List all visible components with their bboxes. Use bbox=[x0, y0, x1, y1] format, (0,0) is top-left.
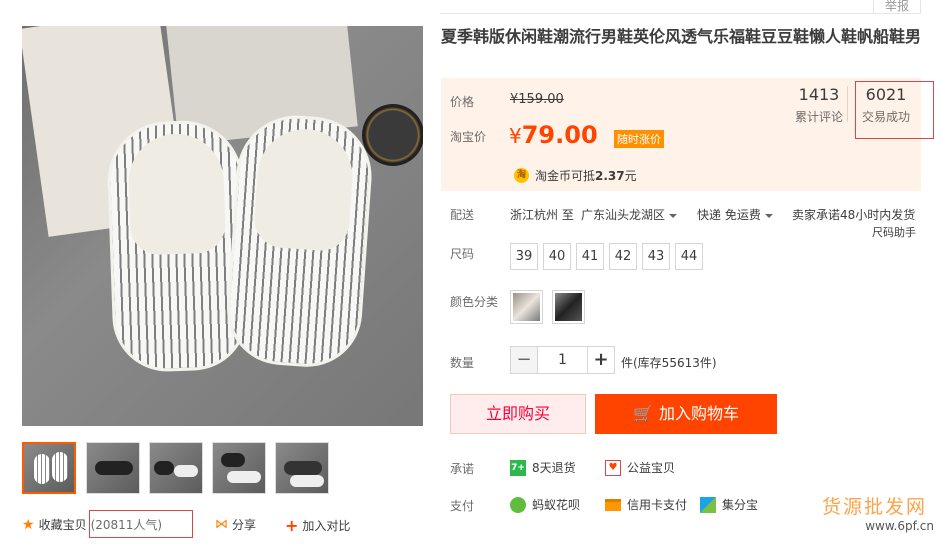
shipping-label: 快递 免运费 bbox=[697, 208, 761, 222]
huabei-text: 蚂蚁花呗 bbox=[532, 498, 581, 512]
thumbnail-1[interactable] bbox=[22, 442, 76, 494]
coin-amount: 2.37 bbox=[595, 168, 625, 183]
shoe-right bbox=[223, 111, 376, 371]
plus-icon: + bbox=[285, 516, 299, 535]
size-option-40[interactable]: 40 bbox=[543, 243, 571, 270]
add-to-cart-button[interactable]: 🛒 加入购物车 bbox=[595, 394, 777, 434]
original-price: ¥159.00 bbox=[510, 92, 564, 107]
return-text: 8天退货 bbox=[532, 461, 576, 475]
ship-promise: 卖家承诺48小时内发货 bbox=[792, 208, 916, 222]
size-helper-link[interactable]: 尺码助手 bbox=[872, 224, 916, 240]
payment-huabei[interactable]: 蚂蚁花呗 bbox=[510, 496, 580, 513]
review-count[interactable]: 1413 bbox=[790, 85, 848, 104]
cart-icon: 🛒 bbox=[633, 404, 653, 423]
return-policy[interactable]: 7+ 8天退货 bbox=[510, 459, 576, 476]
thumbnail-5[interactable] bbox=[275, 442, 329, 494]
charity-text: 公益宝贝 bbox=[627, 461, 676, 475]
quantity-input[interactable]: 1 bbox=[537, 346, 588, 374]
current-price-value: 79.00 bbox=[521, 121, 598, 149]
promo-tag: 随时涨价 bbox=[614, 130, 664, 148]
delivery-label: 配送 bbox=[450, 208, 475, 222]
coin-unit: 元 bbox=[624, 169, 637, 183]
share-action[interactable]: ⋈ 分享 bbox=[215, 516, 256, 533]
taojinbi-icon: 淘 bbox=[514, 168, 529, 183]
popularity-highlight-box bbox=[89, 510, 193, 538]
chevron-down-icon bbox=[764, 213, 773, 218]
sales-highlight-box bbox=[855, 81, 934, 139]
payment-credit-card[interactable]: 信用卡支付 bbox=[605, 496, 687, 513]
color-option-white[interactable] bbox=[510, 290, 543, 324]
size-option-42[interactable]: 42 bbox=[609, 243, 637, 270]
huabei-icon bbox=[510, 496, 526, 513]
thumbnail-4[interactable] bbox=[212, 442, 266, 494]
promise-label: 承诺 bbox=[450, 462, 475, 476]
compare-action[interactable]: + 加入对比 bbox=[285, 516, 350, 535]
site-watermark: 货源批发网 www.6pf.cn bbox=[822, 492, 940, 544]
shoe-left bbox=[105, 118, 250, 374]
chevron-down-icon bbox=[669, 213, 678, 218]
jifenbao-icon bbox=[700, 496, 716, 513]
star-icon: ★ bbox=[22, 516, 35, 533]
seven-day-return-icon: 7+ bbox=[510, 459, 526, 476]
price-label: 价格 bbox=[450, 95, 475, 109]
heart-icon: ♥ bbox=[605, 459, 621, 476]
share-label: 分享 bbox=[232, 518, 257, 532]
color-label: 颜色分类 bbox=[450, 295, 499, 309]
charity-item[interactable]: ♥ 公益宝贝 bbox=[605, 459, 675, 476]
delivery-destination[interactable]: 广东汕头龙湖区 bbox=[581, 206, 678, 223]
payment-jifenbao[interactable]: 集分宝 bbox=[700, 496, 758, 513]
product-title: 夏季韩版休闲鞋潮流行男鞋英伦风透气乐福鞋豆豆鞋懒人鞋帆船鞋男 bbox=[441, 27, 922, 46]
review-label[interactable]: 累计评论 bbox=[790, 108, 848, 125]
quantity-decrease-button[interactable]: − bbox=[510, 346, 538, 374]
buy-now-button[interactable]: 立即购买 bbox=[450, 394, 586, 434]
quantity-increase-button[interactable]: + bbox=[587, 346, 615, 374]
thumbnail-3[interactable] bbox=[149, 442, 203, 494]
delivery-from: 浙江杭州 至 bbox=[510, 208, 574, 222]
compare-label: 加入对比 bbox=[302, 519, 351, 533]
stats-divider bbox=[847, 86, 848, 122]
size-option-39[interactable]: 39 bbox=[510, 243, 538, 270]
add-to-cart-label: 加入购物车 bbox=[658, 404, 739, 423]
coin-text: 淘金币可抵 bbox=[535, 169, 596, 183]
color-option-black[interactable] bbox=[552, 290, 585, 324]
size-option-43[interactable]: 43 bbox=[642, 243, 670, 270]
report-link[interactable]: 举报 bbox=[873, 0, 921, 14]
share-icon: ⋈ bbox=[215, 517, 228, 532]
favorite-label: 收藏宝贝 bbox=[38, 518, 87, 532]
current-price: ¥ 79.00 bbox=[509, 121, 598, 149]
main-product-image[interactable] bbox=[22, 26, 423, 426]
payment-label: 支付 bbox=[450, 499, 475, 513]
credit-card-text: 信用卡支付 bbox=[627, 498, 688, 512]
jifenbao-text: 集分宝 bbox=[722, 498, 759, 512]
credit-card-icon bbox=[605, 498, 621, 511]
sunglasses-prop bbox=[362, 104, 423, 166]
watermark-url: www.6pf.cn bbox=[865, 519, 934, 533]
stock-info: 件(库存55613件) bbox=[621, 356, 717, 370]
size-option-44[interactable]: 44 bbox=[675, 243, 703, 270]
coin-deduction: 淘 淘金币可抵 2.37 元 bbox=[514, 167, 637, 184]
thumbnail-2[interactable] bbox=[86, 442, 140, 494]
quantity-label: 数量 bbox=[450, 356, 475, 370]
size-option-41[interactable]: 41 bbox=[576, 243, 604, 270]
size-label: 尺码 bbox=[450, 247, 475, 261]
destination-label: 广东汕头龙湖区 bbox=[581, 208, 666, 222]
currency-symbol: ¥ bbox=[509, 124, 522, 148]
shipping-method[interactable]: 快递 免运费 bbox=[697, 206, 773, 223]
promo-price-label: 淘宝价 bbox=[450, 130, 487, 144]
watermark-title: 货源批发网 bbox=[822, 496, 928, 518]
top-divider bbox=[440, 13, 920, 14]
